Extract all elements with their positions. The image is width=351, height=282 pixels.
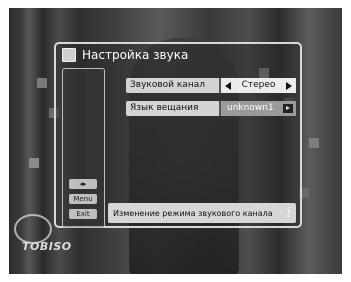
bg-tile — [37, 78, 47, 88]
status-bar: Изменение режима звукового канала i — [108, 203, 296, 223]
arrows-key: ◂▸ — [69, 179, 97, 189]
broadcast-language-selector[interactable]: unknown1 — [219, 101, 296, 116]
key-hint-panel: ◂▸ Menu Exit — [62, 68, 105, 228]
exit-key: Exit — [69, 209, 97, 219]
dialog-title: Настройка звука — [82, 48, 189, 62]
dropdown-icon[interactable] — [283, 104, 293, 113]
arrow-right-icon[interactable] — [285, 81, 292, 90]
channel-logo: TOBISO — [14, 214, 82, 256]
audio-channel-row[interactable]: Звуковой канал Стерео — [126, 78, 296, 93]
bg-tile — [29, 158, 39, 168]
audio-channel-label: Звуковой канал — [126, 78, 219, 93]
audio-channel-value: Стерео — [241, 80, 276, 90]
broadcast-language-label: Язык вещания — [126, 101, 219, 116]
menu-key: Menu — [69, 194, 97, 204]
info-icon: i — [286, 205, 291, 221]
logo-text: TOBISO — [22, 240, 72, 253]
menu-window-icon — [62, 48, 76, 62]
broadcast-language-row[interactable]: Язык вещания unknown1 — [126, 101, 296, 116]
arrow-left-icon[interactable] — [225, 81, 231, 90]
audio-channel-selector[interactable]: Стерео — [219, 78, 296, 93]
status-text: Изменение режима звукового канала — [113, 208, 273, 218]
dialog-title-bar: Настройка звука — [62, 46, 188, 64]
broadcast-language-value: unknown1 — [227, 103, 274, 113]
bg-tile — [309, 138, 319, 148]
sound-settings-dialog: Настройка звука ◂▸ Menu Exit Звуковой ка… — [54, 42, 302, 228]
